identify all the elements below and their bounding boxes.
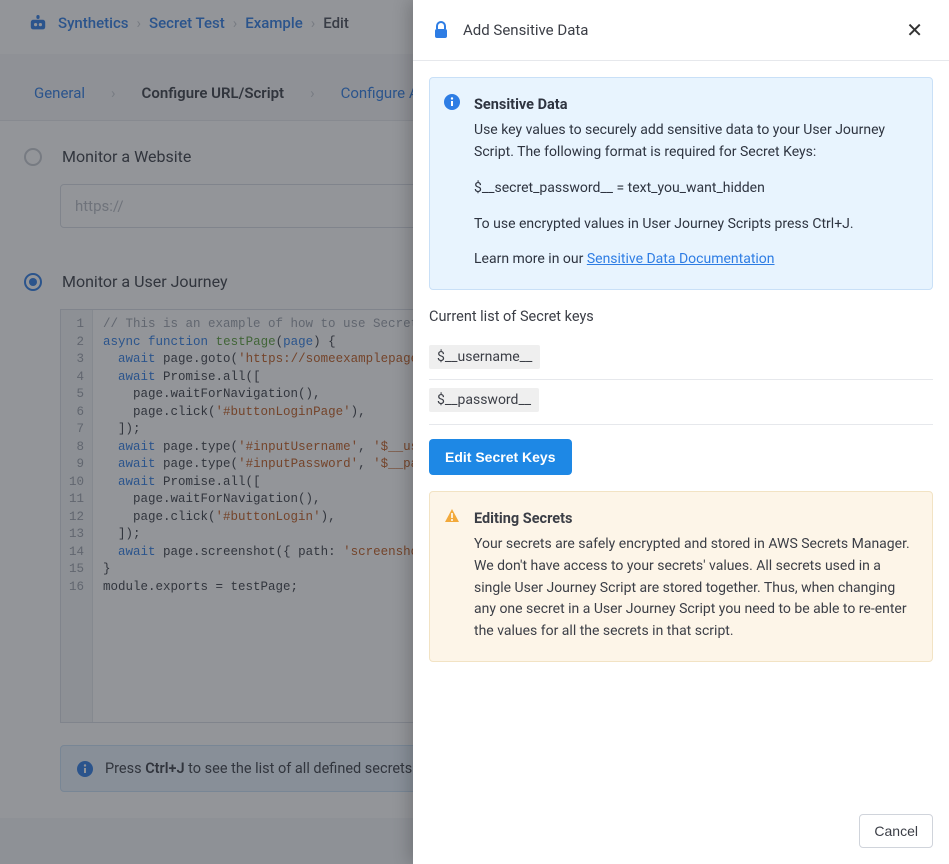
edit-secret-keys-button[interactable]: Edit Secret Keys [429,439,572,475]
warning-icon [444,508,460,524]
cancel-button[interactable]: Cancel [859,814,933,848]
add-sensitive-data-panel: Add Sensitive Data ✕ Sensitive Data Use … [413,0,949,864]
secret-key-pill: $__username__ [429,345,540,369]
secret-keys-list: $__username__ $__password__ [429,337,933,425]
panel-header: Add Sensitive Data ✕ [413,0,949,61]
secret-key-row: $__password__ [429,379,933,422]
info-ctrlj-line: To use encrypted values in User Journey … [474,214,916,236]
info-icon [444,94,460,110]
sensitive-data-info-alert: Sensitive Data Use key values to securel… [429,77,933,290]
secret-key-pill: $__password__ [429,388,539,412]
info-heading: Sensitive Data [474,94,916,116]
panel-footer: Cancel [413,802,949,864]
close-icon[interactable]: ✕ [900,16,929,44]
secret-key-row: $__username__ [429,337,933,379]
documentation-link[interactable]: Sensitive Data Documentation [587,251,775,267]
info-body: Use key values to securely add sensitive… [474,120,916,163]
lock-icon [433,21,449,39]
warning-body: Your secrets are safely encrypted and st… [474,534,916,642]
info-learn-more: Learn more in our Sensitive Data Documen… [474,249,916,271]
info-format-example: $__secret_password__ = text_you_want_hid… [474,178,916,200]
secret-keys-list-label: Current list of Secret keys [429,308,933,325]
editing-secrets-warning-alert: Editing Secrets Your secrets are safely … [429,491,933,662]
panel-body: Sensitive Data Use key values to securel… [413,61,949,802]
panel-title: Add Sensitive Data [463,21,886,39]
warning-heading: Editing Secrets [474,508,916,530]
